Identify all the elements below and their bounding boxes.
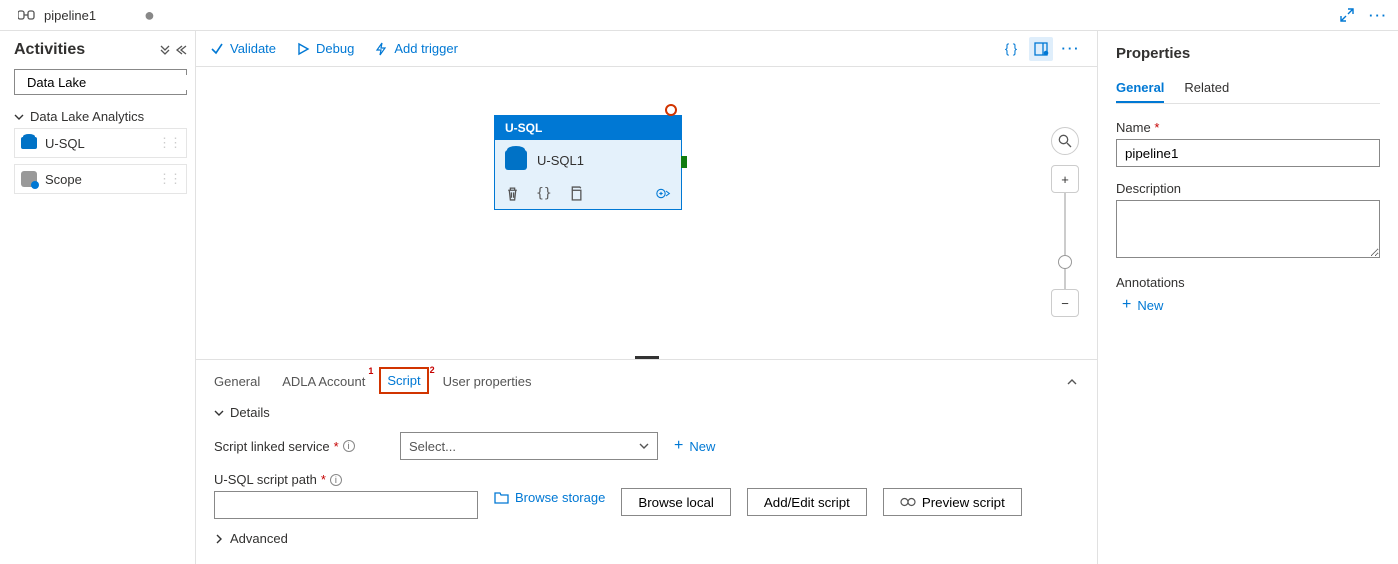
pipeline-tab[interactable]: pipeline1 ● xyxy=(10,0,163,30)
tab-user-properties[interactable]: User properties xyxy=(443,370,532,393)
zoom-in-button[interactable]: + xyxy=(1051,165,1079,193)
collapse-all-icon[interactable] xyxy=(159,44,171,56)
validation-error-icon xyxy=(665,104,677,116)
usql-icon xyxy=(21,137,37,149)
activities-sidebar: Activities Data Lake Analytics U-SQL ⋮⋮ xyxy=(0,31,195,564)
zoom-controls: + − xyxy=(1051,127,1079,317)
add-output-icon[interactable] xyxy=(656,186,671,201)
pipeline-icon xyxy=(18,8,36,22)
trigger-icon xyxy=(374,42,388,56)
panel-resize-handle[interactable] xyxy=(635,356,659,359)
script-path-label: U-SQL script path * i xyxy=(214,472,478,487)
top-tab-bar: pipeline1 ● ··· xyxy=(0,0,1398,31)
more-icon[interactable]: ··· xyxy=(1369,8,1388,23)
output-port[interactable] xyxy=(681,156,687,168)
activity-label: Scope xyxy=(45,172,82,187)
description-field-label: Description xyxy=(1116,181,1380,196)
node-name: U-SQL1 xyxy=(537,153,584,168)
annotations-field-label: Annotations xyxy=(1116,275,1380,290)
browse-storage-link[interactable]: Browse storage xyxy=(494,490,605,505)
play-icon xyxy=(296,42,310,56)
script-path-input[interactable] xyxy=(214,491,478,519)
activity-settings-panel: General ADLA Account 1 Script 2 User pro… xyxy=(196,359,1097,564)
chevron-right-icon xyxy=(214,534,224,544)
debug-button[interactable]: Debug xyxy=(296,41,354,56)
folder-icon xyxy=(494,491,509,504)
tab-adla-account[interactable]: ADLA Account 1 xyxy=(282,370,365,393)
add-edit-script-button[interactable]: Add/Edit script xyxy=(747,488,867,516)
code-icon[interactable]: {} xyxy=(536,186,552,201)
new-annotation-link[interactable]: + New xyxy=(1122,296,1380,314)
preview-script-button[interactable]: Preview script xyxy=(883,488,1022,516)
info-icon[interactable]: i xyxy=(330,474,342,486)
expand-icon[interactable] xyxy=(1339,7,1355,23)
node-type-label: U-SQL xyxy=(495,116,681,140)
linked-service-select[interactable]: Select... xyxy=(400,432,658,460)
drag-handle-icon: ⋮⋮ xyxy=(158,171,180,187)
database-icon xyxy=(505,150,527,170)
category-data-lake-analytics[interactable]: Data Lake Analytics xyxy=(14,105,187,128)
details-section-header[interactable]: Details xyxy=(214,405,1079,420)
error-badge: 1 xyxy=(368,366,373,376)
zoom-out-button[interactable]: − xyxy=(1051,289,1079,317)
delete-icon[interactable] xyxy=(505,186,520,201)
info-icon[interactable]: i xyxy=(343,440,355,452)
activity-label: U-SQL xyxy=(45,136,85,151)
collapse-panel-icon[interactable] xyxy=(1065,375,1079,389)
hide-sidebar-icon[interactable] xyxy=(175,44,187,56)
browse-local-button[interactable]: Browse local xyxy=(621,488,731,516)
validate-button[interactable]: Validate xyxy=(210,41,276,56)
settings-tabs: General ADLA Account 1 Script 2 User pro… xyxy=(214,370,1079,393)
linked-service-label: Script linked service * i xyxy=(214,439,384,454)
properties-panel: Properties General Related Name * Descri… xyxy=(1098,31,1398,564)
preview-icon xyxy=(900,497,916,507)
props-tab-related[interactable]: Related xyxy=(1184,74,1229,103)
activity-usql[interactable]: U-SQL ⋮⋮ xyxy=(14,128,187,158)
more-icon[interactable]: ··· xyxy=(1059,37,1083,61)
chevron-down-icon xyxy=(14,112,24,122)
drag-handle-icon: ⋮⋮ xyxy=(158,135,180,151)
chevron-down-icon xyxy=(214,408,224,418)
activities-search-input[interactable] xyxy=(27,75,203,90)
copy-icon[interactable] xyxy=(568,186,583,201)
properties-title: Properties xyxy=(1116,45,1380,62)
pipeline-canvas[interactable]: U-SQL U-SQL1 {} xyxy=(196,67,1097,359)
properties-toggle-icon[interactable] xyxy=(1029,37,1053,61)
zoom-thumb[interactable] xyxy=(1058,255,1072,269)
name-input[interactable] xyxy=(1116,139,1380,167)
code-view-icon[interactable]: { } xyxy=(999,37,1023,61)
advanced-section-header[interactable]: Advanced xyxy=(214,531,1079,546)
search-icon xyxy=(1058,134,1072,148)
dirty-indicator: ● xyxy=(144,5,155,26)
error-badge: 2 xyxy=(430,365,435,375)
tab-script[interactable]: Script 2 xyxy=(381,369,426,392)
add-trigger-button[interactable]: Add trigger xyxy=(374,41,458,56)
category-label: Data Lake Analytics xyxy=(30,109,144,124)
chevron-down-icon xyxy=(639,441,649,451)
sidebar-title: Activities xyxy=(14,41,85,59)
editor-toolbar: Validate Debug Add trigger { } ··· xyxy=(196,31,1097,67)
zoom-slider[interactable] xyxy=(1064,193,1066,289)
pipeline-tab-title: pipeline1 xyxy=(44,8,96,23)
check-icon xyxy=(210,42,224,56)
activity-scope[interactable]: Scope ⋮⋮ xyxy=(14,164,187,194)
activities-search[interactable] xyxy=(14,69,187,95)
description-input[interactable] xyxy=(1116,200,1380,258)
scope-icon xyxy=(21,171,37,187)
zoom-fit-button[interactable] xyxy=(1051,127,1079,155)
name-field-label: Name * xyxy=(1116,120,1380,135)
tab-general[interactable]: General xyxy=(214,370,260,393)
usql-activity-node[interactable]: U-SQL U-SQL1 {} xyxy=(494,115,682,210)
props-tab-general[interactable]: General xyxy=(1116,74,1164,103)
new-linked-service-link[interactable]: + New xyxy=(674,437,715,455)
